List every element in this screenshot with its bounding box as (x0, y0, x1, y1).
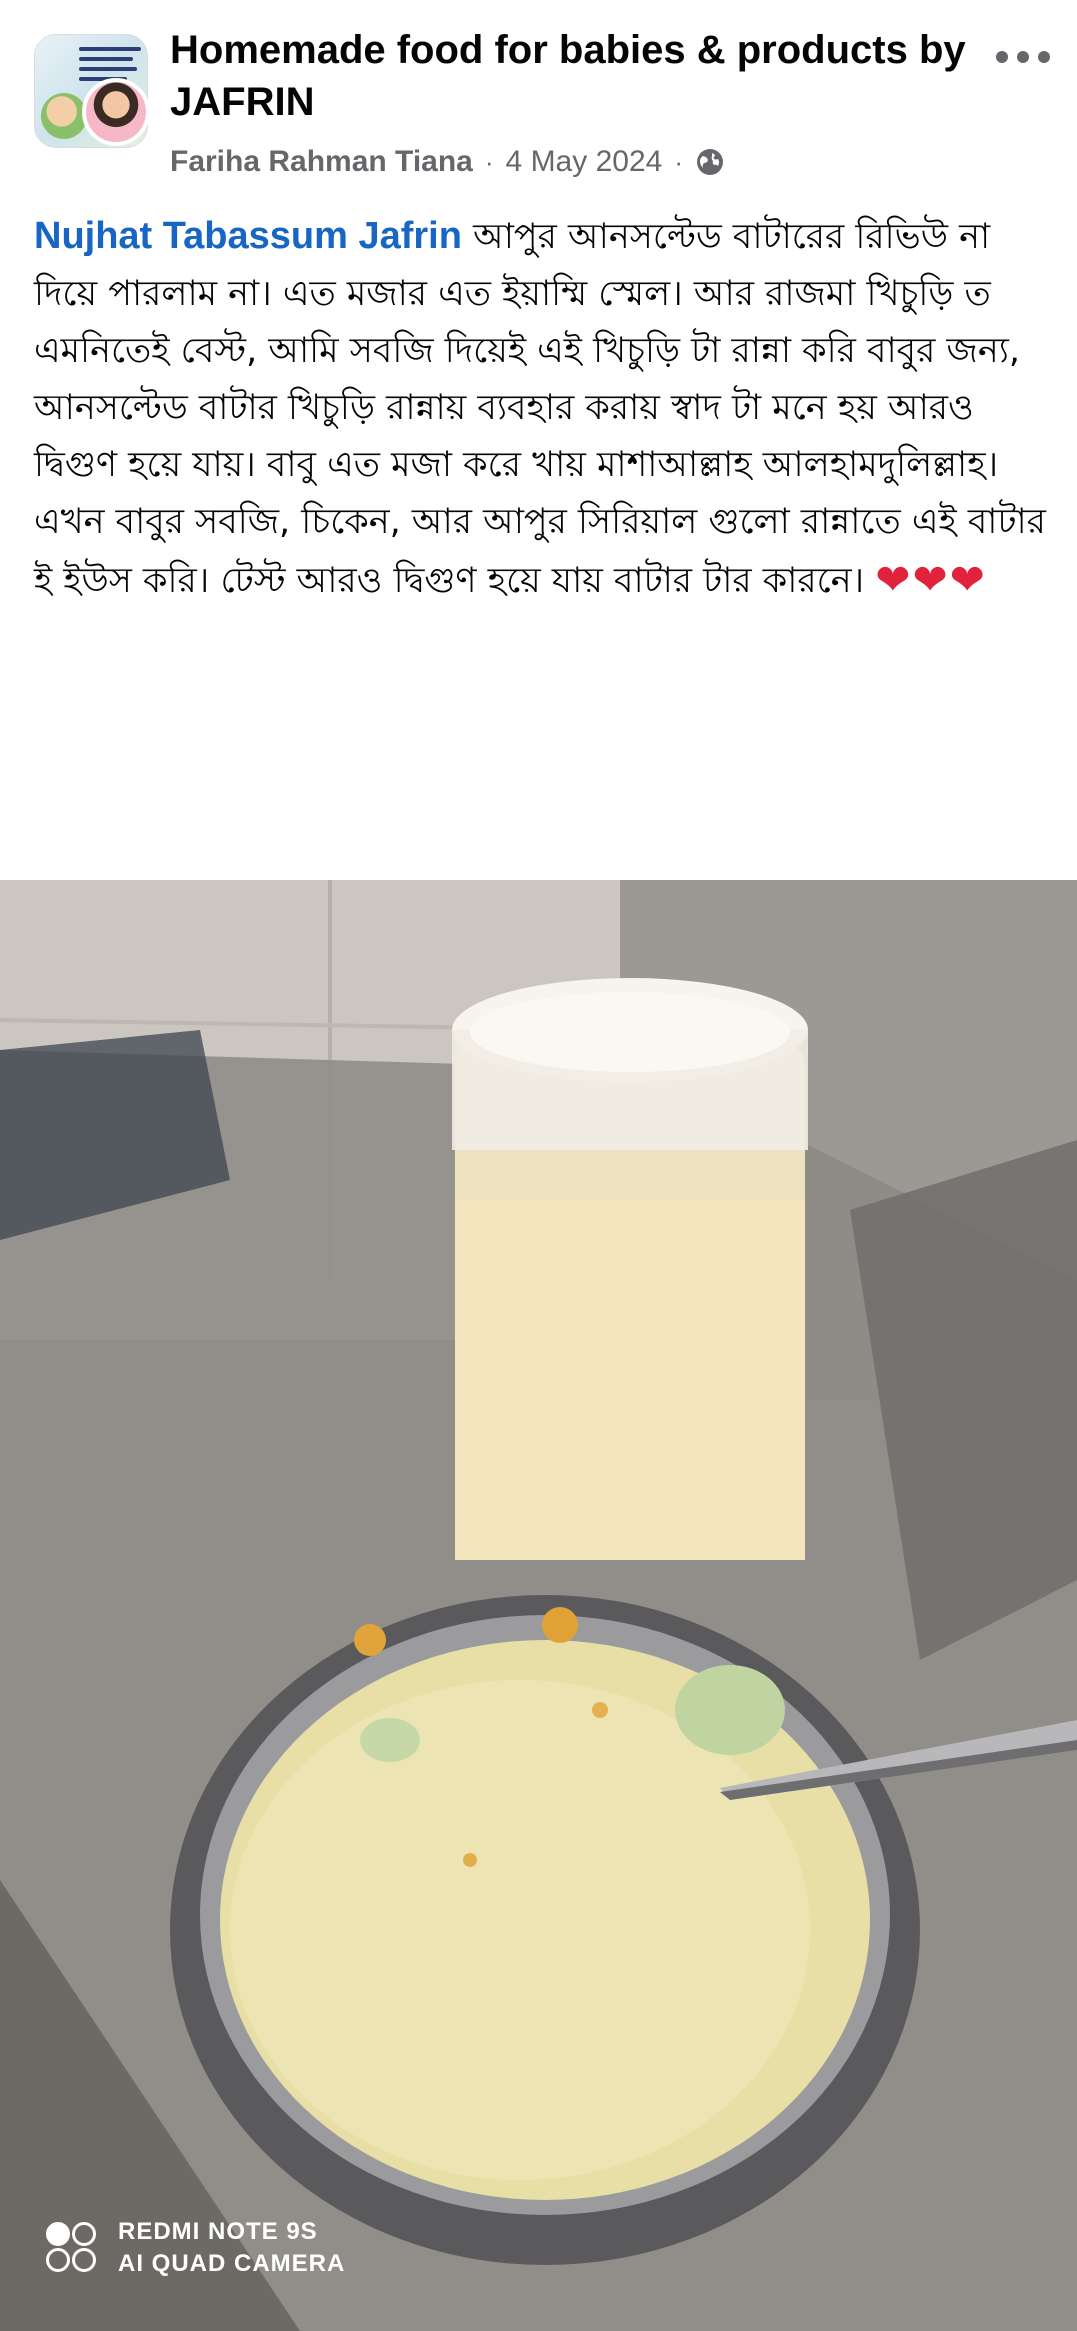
more-horizontal-icon[interactable] (996, 40, 1050, 74)
post-body: Nujhat Tabassum Jafrin আপুর আনসল্টেড বাট… (34, 208, 1054, 610)
post-header: Homemade food for babies & products by J… (0, 0, 1077, 180)
post-photo[interactable] (0, 880, 1077, 2331)
facebook-post: Homemade food for babies & products by J… (0, 0, 1077, 2331)
post-paragraph-2: এখন বাবুর সবজি, চিকেন, আর আপুর সিরিয়াল … (34, 494, 1054, 610)
mention-link[interactable]: Nujhat Tabassum Jafrin (34, 215, 462, 257)
watermark-line-1: REDMI NOTE 9S (118, 2218, 318, 2245)
watermark-text: REDMI NOTE 9S AI QUAD CAMERA (118, 2216, 345, 2280)
camera-watermark: REDMI NOTE 9S AI QUAD CAMERA (44, 2216, 345, 2280)
globe-icon[interactable] (695, 147, 725, 177)
meta-separator: · (674, 146, 683, 177)
camera-logo-icon (44, 2220, 100, 2276)
post-text-1: আপুর আনসল্টেড বাটারের রিভিউ না দিয়ে পার… (34, 217, 1020, 485)
meta-separator: · (484, 146, 494, 177)
post-date[interactable]: 4 May 2024 (506, 145, 663, 179)
group-name-link[interactable]: Homemade food for babies & products by J… (170, 24, 970, 128)
post-meta: Fariha Rahman Tiana · 4 May 2024 · (170, 142, 725, 182)
watermark-line-2: AI QUAD CAMERA (118, 2250, 346, 2277)
post-paragraph-1: Nujhat Tabassum Jafrin আপুর আনসল্টেড বাট… (34, 208, 1054, 494)
heart-emoji-icon: ❤❤❤ (875, 555, 987, 604)
author-name-link[interactable]: Fariha Rahman Tiana (170, 145, 473, 179)
author-avatar[interactable] (82, 78, 150, 146)
